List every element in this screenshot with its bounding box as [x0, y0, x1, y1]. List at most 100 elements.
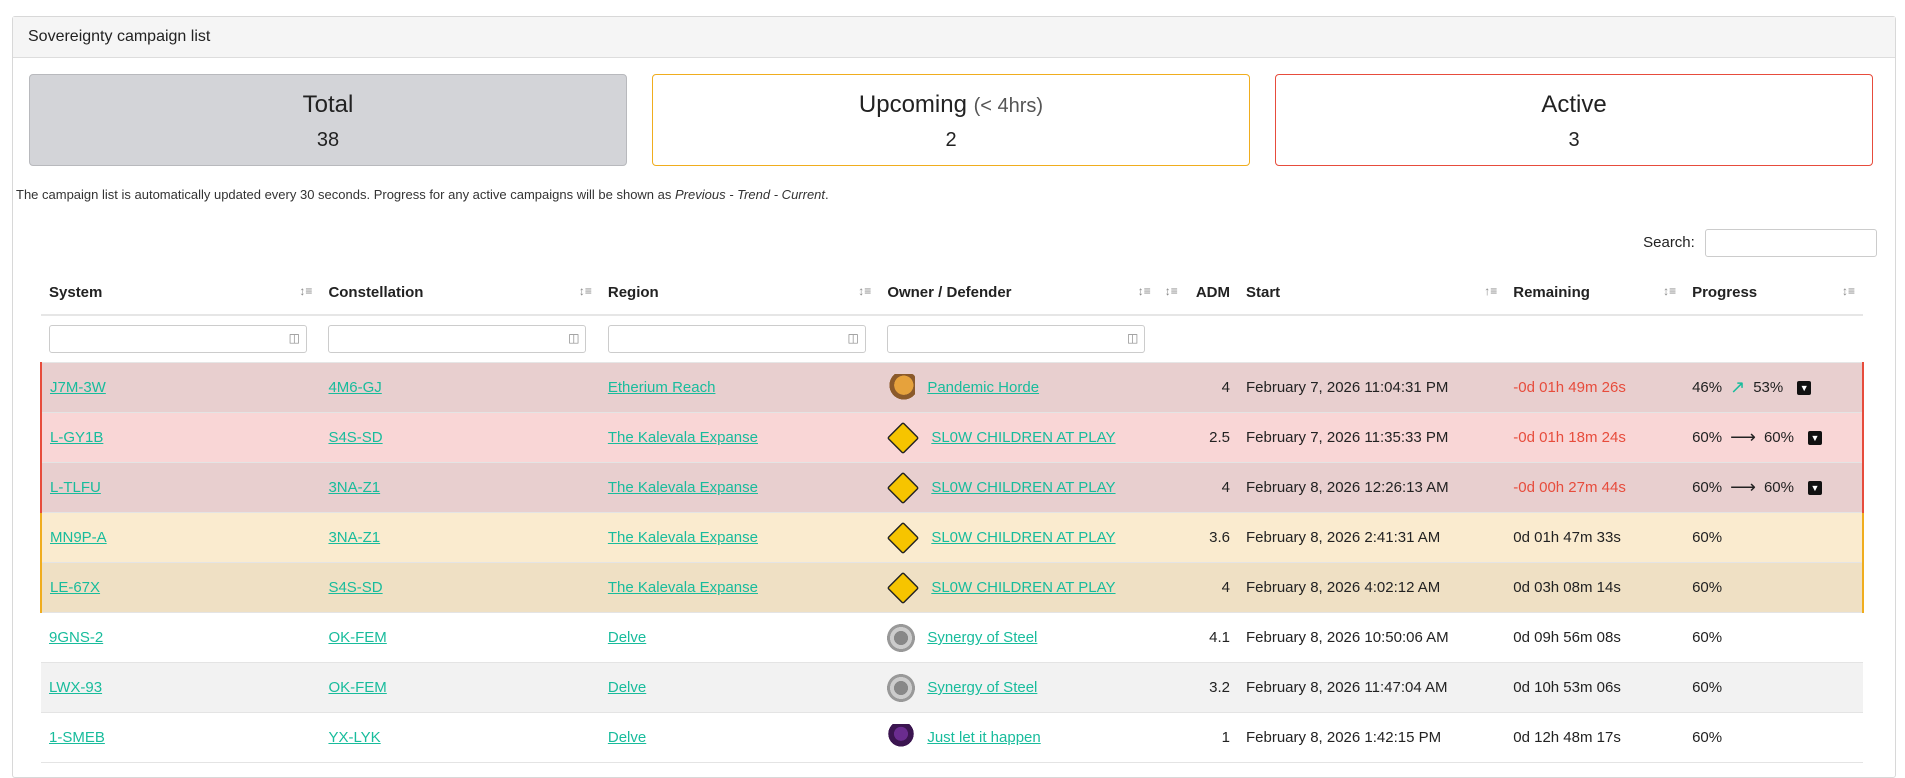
system-link[interactable]: MN9P-A	[50, 529, 107, 546]
region-link[interactable]: The Kalevala Expanse	[608, 429, 758, 446]
col-progress-label: Progress	[1692, 283, 1758, 301]
search-input[interactable]	[1705, 229, 1877, 257]
filter-icon: ◫	[1126, 331, 1139, 345]
region-link[interactable]: The Kalevala Expanse	[608, 579, 758, 596]
constellation-link[interactable]: OK-FEM	[328, 679, 386, 696]
filter-icon: ◫	[568, 331, 580, 345]
search-box: Search:	[1643, 229, 1877, 257]
filter-cell	[1238, 315, 1506, 363]
constellation-link[interactable]: S4S-SD	[328, 429, 382, 446]
adm-cell: 2.5	[1158, 412, 1238, 463]
upcoming-subtitle: (< 4hrs)	[973, 95, 1044, 117]
constellation-cell: 3NA-Z1	[320, 512, 600, 563]
constellation-filter-input[interactable]: ◫	[328, 325, 587, 353]
table-row: MN9P-A 3NA-Z1 The Kalevala Expanse SL0W …	[39, 512, 1864, 563]
col-owner[interactable]: Owner / Defender ↕≡	[879, 270, 1159, 316]
region-link[interactable]: Delve	[608, 629, 646, 646]
constellation-link[interactable]: 3NA-Z1	[328, 479, 380, 496]
region-link[interactable]: The Kalevala Expanse	[608, 529, 758, 546]
system-link[interactable]: L-TLFU	[50, 479, 101, 496]
owner-link[interactable]: Just let it happen	[927, 729, 1040, 746]
col-constellation-label: Constellation	[328, 283, 424, 301]
alliance-logo-icon	[887, 571, 920, 604]
active-value: 3	[1568, 129, 1580, 151]
sort-icon[interactable]: ↕≡	[858, 284, 871, 298]
region-cell: Etherium Reach	[599, 362, 880, 413]
system-link[interactable]: 9GNS-2	[49, 629, 103, 646]
adm-cell: 3.6	[1158, 512, 1238, 563]
constellation-link[interactable]: YX-LYK	[328, 729, 380, 746]
region-link[interactable]: Delve	[608, 679, 646, 696]
col-region[interactable]: Region ↕≡	[599, 270, 880, 316]
start-cell: February 8, 2026 12:26:13 AM	[1238, 462, 1506, 513]
adm-cell: 4	[1158, 562, 1238, 613]
owner-link[interactable]: SL0W CHILDREN AT PLAY	[931, 529, 1115, 546]
table-row: LE-67X S4S-SD The Kalevala Expanse SL0W …	[39, 562, 1864, 613]
remaining-cell: 0d 12h 48m 17s	[1505, 712, 1685, 763]
owner-link[interactable]: SL0W CHILDREN AT PLAY	[931, 479, 1115, 496]
filter-cell	[1158, 315, 1238, 363]
owner-link[interactable]: SL0W CHILDREN AT PLAY	[931, 429, 1115, 446]
owner-cell: Pandemic Horde	[879, 362, 1159, 413]
col-progress[interactable]: Progress ↕≡	[1684, 270, 1863, 316]
system-cell: J7M-3W	[39, 362, 321, 413]
constellation-link[interactable]: OK-FEM	[328, 629, 386, 646]
constellation-link[interactable]: S4S-SD	[328, 579, 382, 596]
sort-asc-icon[interactable]: ↑≡	[1484, 284, 1497, 298]
remaining-cell: 0d 10h 53m 06s	[1505, 662, 1685, 713]
col-system[interactable]: System ↕≡	[41, 270, 321, 316]
expand-dropdown-icon[interactable]: ▼	[1807, 480, 1822, 495]
col-start[interactable]: Start ↑≡	[1238, 270, 1506, 316]
system-link[interactable]: J7M-3W	[50, 379, 106, 396]
constellation-link[interactable]: 3NA-Z1	[328, 529, 380, 546]
region-link[interactable]: The Kalevala Expanse	[608, 479, 758, 496]
col-remaining[interactable]: Remaining ↕≡	[1505, 270, 1685, 316]
alliance-logo-icon	[887, 623, 916, 652]
remaining-cell: 0d 03h 08m 14s	[1505, 562, 1685, 613]
system-link[interactable]: L-GY1B	[50, 429, 103, 446]
expand-dropdown-icon[interactable]: ▼	[1797, 380, 1812, 395]
system-link[interactable]: LWX-93	[49, 679, 102, 696]
progress-cell: 46% ↗ 53% ▼	[1684, 362, 1864, 413]
system-link[interactable]: 1-SMEB	[49, 729, 105, 746]
progress-cell: 60%	[1684, 612, 1863, 663]
total-card: Total 38	[29, 74, 627, 166]
owner-link[interactable]: Synergy of Steel	[927, 679, 1037, 696]
start-cell: February 8, 2026 10:50:06 AM	[1238, 612, 1506, 663]
sort-icon[interactable]: ↕≡	[579, 284, 592, 298]
sort-icon[interactable]: ↕≡	[1842, 284, 1855, 298]
owner-link[interactable]: Synergy of Steel	[927, 629, 1037, 646]
col-adm[interactable]: ADM ↕≡	[1158, 270, 1238, 316]
note-suffix: .	[825, 187, 829, 202]
constellation-cell: OK-FEM	[320, 662, 600, 713]
adm-cell: 3.2	[1158, 662, 1238, 713]
total-title: Total	[302, 91, 354, 118]
expand-dropdown-icon[interactable]: ▼	[1807, 430, 1822, 445]
region-link[interactable]: Etherium Reach	[608, 379, 716, 396]
owner-filter-input[interactable]: ◫	[887, 325, 1146, 353]
region-link[interactable]: Delve	[608, 729, 646, 746]
constellation-cell: S4S-SD	[320, 412, 600, 463]
constellation-cell: OK-FEM	[320, 612, 600, 663]
owner-link[interactable]: SL0W CHILDREN AT PLAY	[931, 579, 1115, 596]
table-row: L-GY1B S4S-SD The Kalevala Expanse SL0W …	[39, 412, 1864, 463]
system-filter-input[interactable]: ◫	[49, 325, 307, 353]
owner-link[interactable]: Pandemic Horde	[927, 379, 1039, 396]
system-link[interactable]: LE-67X	[50, 579, 100, 596]
start-cell: February 8, 2026 2:41:31 AM	[1238, 512, 1506, 563]
system-cell: L-GY1B	[39, 412, 321, 463]
progress-cell: 60%	[1684, 662, 1863, 713]
sort-icon[interactable]: ↕≡	[299, 284, 312, 298]
sort-icon[interactable]: ↕≡	[1138, 284, 1151, 298]
system-cell: LE-67X	[39, 562, 321, 613]
filter-icon: ◫	[288, 331, 300, 345]
search-label: Search:	[1643, 233, 1695, 251]
start-cell: February 7, 2026 11:04:31 PM	[1238, 362, 1506, 413]
constellation-cell: YX-LYK	[320, 712, 600, 763]
col-constellation[interactable]: Constellation ↕≡	[320, 270, 600, 316]
system-cell: LWX-93	[41, 662, 321, 713]
sort-icon[interactable]: ↕≡	[1663, 284, 1676, 298]
sort-icon[interactable]: ↕≡	[1165, 284, 1178, 298]
region-filter-input[interactable]: ◫	[607, 325, 866, 353]
constellation-link[interactable]: 4M6-GJ	[328, 379, 381, 396]
